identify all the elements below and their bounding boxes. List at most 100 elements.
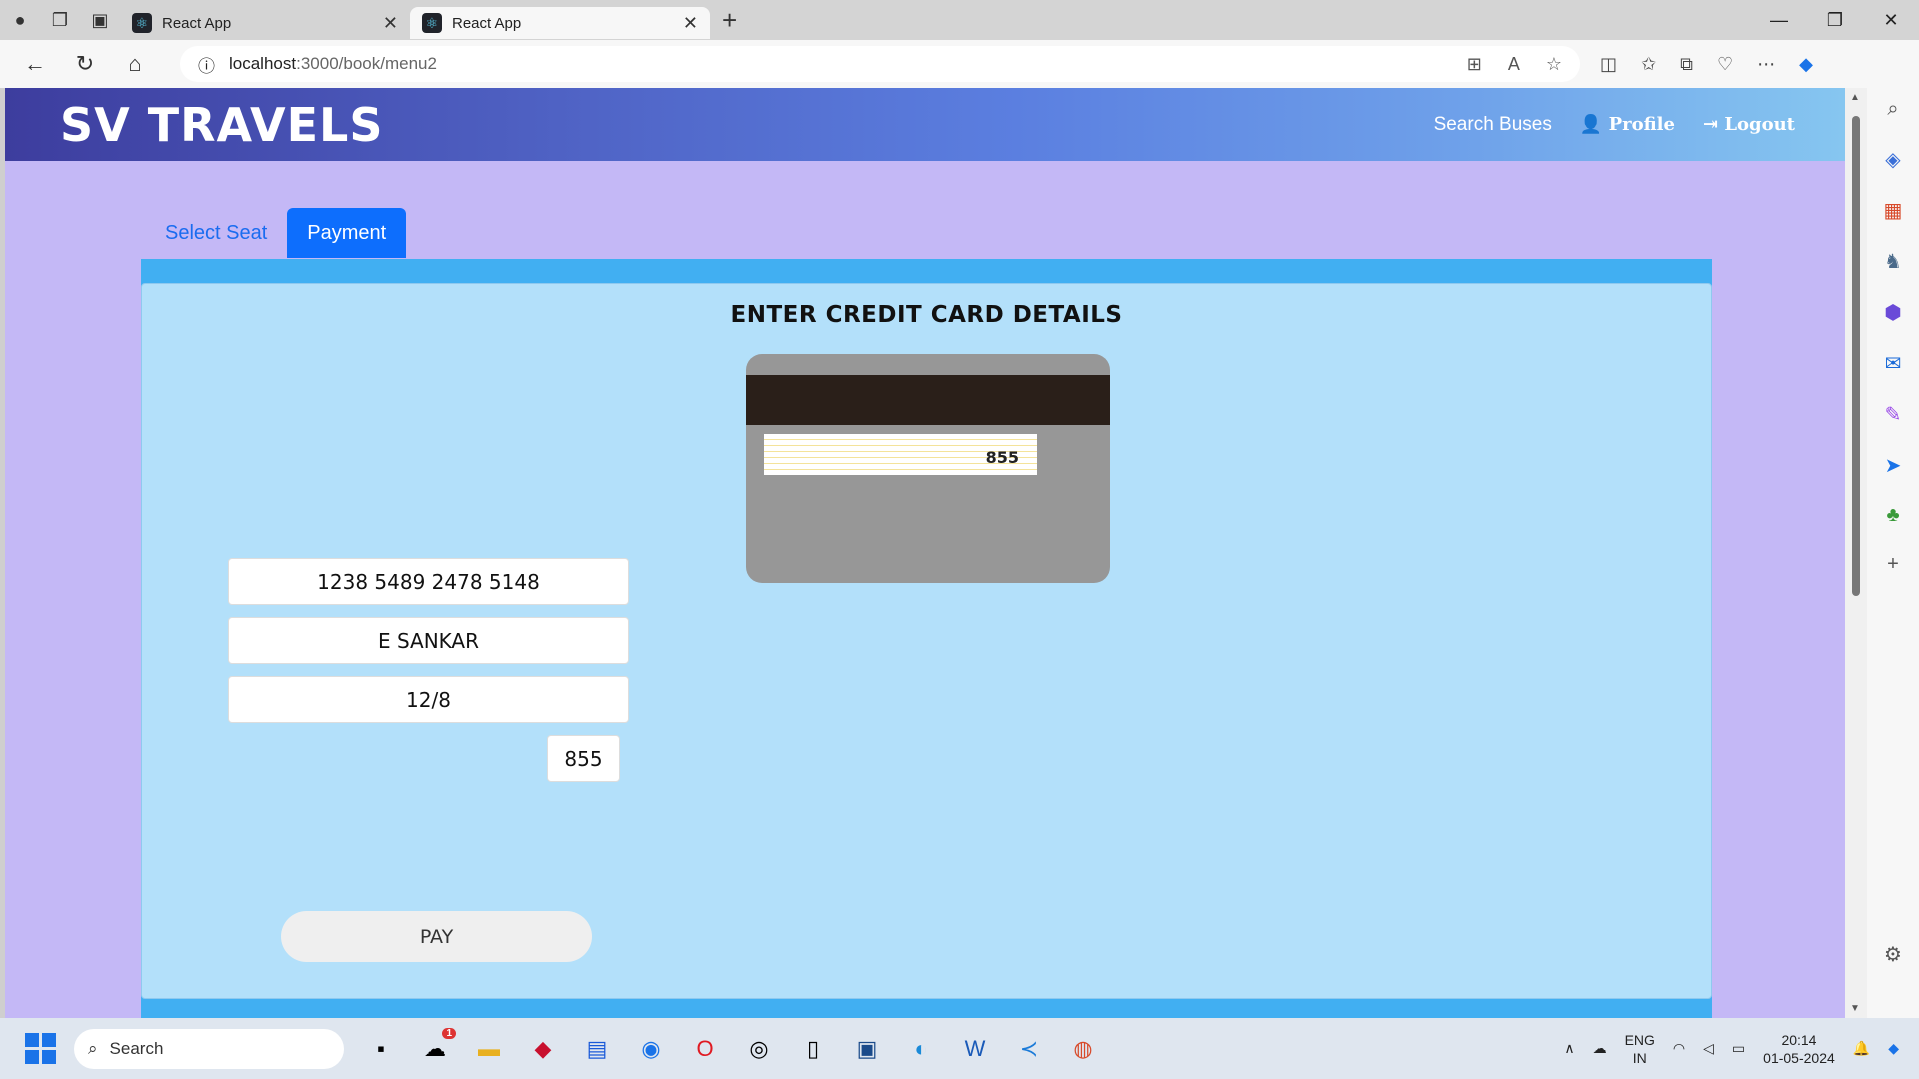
onedrive-icon[interactable]: ☁ bbox=[1593, 1040, 1607, 1057]
minimize-icon[interactable]: — bbox=[1751, 0, 1807, 40]
web-page: SV TRAVELS Search Buses 👤 Profile ⇥ Logo… bbox=[5, 88, 1845, 1018]
word-icon[interactable]: W bbox=[958, 1032, 992, 1066]
notification-bell-icon[interactable]: 🔔 bbox=[1853, 1040, 1870, 1057]
scroll-up-icon[interactable]: ▲ bbox=[1850, 92, 1860, 103]
m365-icon[interactable]: ⬢ bbox=[1884, 300, 1901, 325]
windows-taskbar: ⌕ Search ▪ ☁ 1 ▬ ◆ ▤ ◉ O ◎ ▯ ▣ ◐ W ≺ ◍ ∧ … bbox=[0, 1018, 1919, 1079]
url-field[interactable]: ⓘ localhost:3000/book/menu2 ⊞ A ☆ bbox=[180, 46, 1580, 82]
shopping-tag-icon[interactable]: ◈ bbox=[1885, 147, 1900, 172]
search-buses-link[interactable]: Search Buses bbox=[1434, 114, 1552, 136]
battery-icon[interactable]: ▭ bbox=[1732, 1040, 1745, 1057]
toolbox-icon[interactable]: ▦ bbox=[1884, 198, 1903, 223]
tree-icon[interactable]: ♣ bbox=[1886, 504, 1899, 527]
restore-icon[interactable]: ❐ bbox=[1807, 0, 1863, 40]
credit-card-preview: 855 bbox=[746, 354, 1110, 583]
mcafee-icon[interactable]: ◆ bbox=[526, 1032, 560, 1066]
designer-icon[interactable]: ✎ bbox=[1885, 402, 1902, 427]
clock[interactable]: 20:14 01-05-2024 bbox=[1763, 1031, 1835, 1067]
logout-link[interactable]: ⇥ Logout bbox=[1703, 114, 1795, 135]
more-icon[interactable]: ⋯ bbox=[1757, 54, 1775, 75]
file-explorer-icon[interactable]: ▬ bbox=[472, 1032, 506, 1066]
page-scrollbar[interactable]: ▲ ▼ bbox=[1845, 88, 1867, 1018]
performance-icon[interactable]: ♡ bbox=[1717, 54, 1733, 75]
collections-icon[interactable]: ⧉ bbox=[1680, 54, 1693, 75]
search-icon[interactable]: ⌕ bbox=[1887, 98, 1898, 121]
form-title: ENTER CREDIT CARD DETAILS bbox=[730, 302, 1123, 328]
site-header: SV TRAVELS Search Buses 👤 Profile ⇥ Logo… bbox=[5, 88, 1845, 161]
brand-title: SV TRAVELS bbox=[60, 97, 384, 152]
url-path: :3000/book/menu2 bbox=[296, 54, 437, 73]
wifi-icon[interactable]: ◠ bbox=[1673, 1040, 1685, 1057]
tab-select-seat[interactable]: Select Seat bbox=[145, 208, 287, 258]
weather-icon[interactable]: ☁ 1 bbox=[418, 1027, 456, 1066]
user-icon: 👤 bbox=[1579, 114, 1603, 135]
expiry-input[interactable] bbox=[228, 676, 629, 723]
profile-label: Profile bbox=[1608, 114, 1675, 135]
chevron-up-icon[interactable]: ∧ bbox=[1564, 1040, 1574, 1057]
dell-icon[interactable]: ◎ bbox=[742, 1032, 776, 1066]
scroll-down-icon[interactable]: ▼ bbox=[1850, 1003, 1860, 1014]
chrome-icon[interactable]: ◍ bbox=[1066, 1032, 1100, 1066]
start-button[interactable] bbox=[20, 1029, 60, 1069]
profile-icon[interactable]: ● bbox=[0, 0, 40, 40]
card-name-input[interactable] bbox=[228, 617, 629, 664]
booking-steps: Select Seat Payment bbox=[145, 208, 407, 258]
favorite-star-icon[interactable]: ☆ bbox=[1546, 54, 1562, 75]
copilot-taskbar-icon[interactable]: ◆ bbox=[1888, 1040, 1899, 1057]
home-icon[interactable]: ⌂ bbox=[110, 40, 160, 88]
apps-icon[interactable]: ⊞ bbox=[1467, 54, 1482, 75]
favorites-icon[interactable]: ✩ bbox=[1641, 54, 1656, 75]
taskbar-search[interactable]: ⌕ Search bbox=[74, 1028, 344, 1069]
games-icon[interactable]: ♞ bbox=[1884, 249, 1902, 274]
close-icon[interactable]: ✕ bbox=[683, 13, 698, 34]
tab-payment[interactable]: Payment bbox=[287, 208, 407, 258]
logout-icon: ⇥ bbox=[1702, 114, 1719, 135]
pay-button[interactable]: PAY bbox=[281, 911, 592, 962]
workspaces-icon[interactable]: ❐ bbox=[40, 0, 80, 40]
cvv-input[interactable] bbox=[547, 735, 620, 782]
split-screen-icon[interactable]: ◫ bbox=[1600, 54, 1617, 75]
add-icon[interactable]: + bbox=[1887, 553, 1899, 576]
close-icon[interactable]: ✕ bbox=[383, 13, 398, 34]
outlook-icon[interactable]: ✉ bbox=[1885, 351, 1902, 376]
close-window-icon[interactable]: ✕ bbox=[1863, 0, 1919, 40]
read-aloud-icon[interactable]: A bbox=[1508, 54, 1520, 75]
top-nav: Search Buses 👤 Profile ⇥ Logout bbox=[1434, 114, 1795, 136]
url-host: localhost bbox=[229, 54, 297, 73]
vscode-icon[interactable]: ≺ bbox=[1012, 1032, 1046, 1066]
app-circle-icon[interactable]: ◉ bbox=[634, 1032, 668, 1066]
task-view-icon[interactable]: ▪ bbox=[364, 1032, 398, 1066]
info-icon[interactable]: ⓘ bbox=[198, 52, 215, 77]
lang-bottom: IN bbox=[1632, 1049, 1647, 1066]
settings-icon[interactable]: ⚙ bbox=[1884, 942, 1902, 967]
new-tab-button[interactable]: + bbox=[722, 5, 737, 36]
volume-icon[interactable]: ◁ bbox=[1703, 1040, 1714, 1057]
browser-sidebar: ⌕ ◈ ▦ ♞ ⬢ ✉ ✎ ➤ ♣ + ⚙ bbox=[1867, 88, 1919, 1018]
edge-icon[interactable]: ◐ bbox=[904, 1032, 938, 1066]
tab-title: React App bbox=[452, 14, 522, 32]
card-number-input[interactable] bbox=[228, 558, 629, 605]
react-icon: ⚛ bbox=[422, 13, 442, 33]
system-tray: ∧ ☁ ENG IN ◠ ◁ ▭ 20:14 01-05-2024 🔔 ◆ bbox=[1564, 1031, 1899, 1067]
opera-icon[interactable]: O bbox=[688, 1032, 722, 1066]
back-icon[interactable]: ← bbox=[10, 40, 60, 88]
card-preview-cvv: 855 bbox=[985, 448, 1019, 467]
payment-panel: ENTER CREDIT CARD DETAILS 855 PAY bbox=[141, 283, 1712, 999]
terminal-icon[interactable]: ▣ bbox=[850, 1032, 884, 1066]
window-controls: — ❐ ✕ bbox=[1751, 0, 1919, 40]
refresh-icon[interactable]: ↻ bbox=[60, 40, 110, 88]
browser-tab-1[interactable]: ⚛ React App ✕ bbox=[120, 7, 410, 39]
browser-tab-2[interactable]: ⚛ React App ✕ bbox=[410, 7, 710, 39]
tab-title: React App bbox=[162, 14, 232, 32]
taskbar-search-label: Search bbox=[109, 1038, 164, 1058]
profile-link[interactable]: 👤 Profile bbox=[1580, 114, 1675, 135]
tab-actions-icon[interactable]: ▣ bbox=[80, 0, 120, 40]
file-icon[interactable]: ▯ bbox=[796, 1032, 830, 1066]
logout-label: Logout bbox=[1724, 114, 1795, 135]
store-icon[interactable]: ▤ bbox=[580, 1032, 614, 1066]
react-icon: ⚛ bbox=[132, 13, 152, 33]
copilot-icon[interactable]: ◆ bbox=[1799, 54, 1813, 75]
language-indicator[interactable]: ENG IN bbox=[1625, 1031, 1655, 1067]
send-icon[interactable]: ➤ bbox=[1885, 453, 1902, 478]
scroll-thumb[interactable] bbox=[1852, 116, 1860, 596]
